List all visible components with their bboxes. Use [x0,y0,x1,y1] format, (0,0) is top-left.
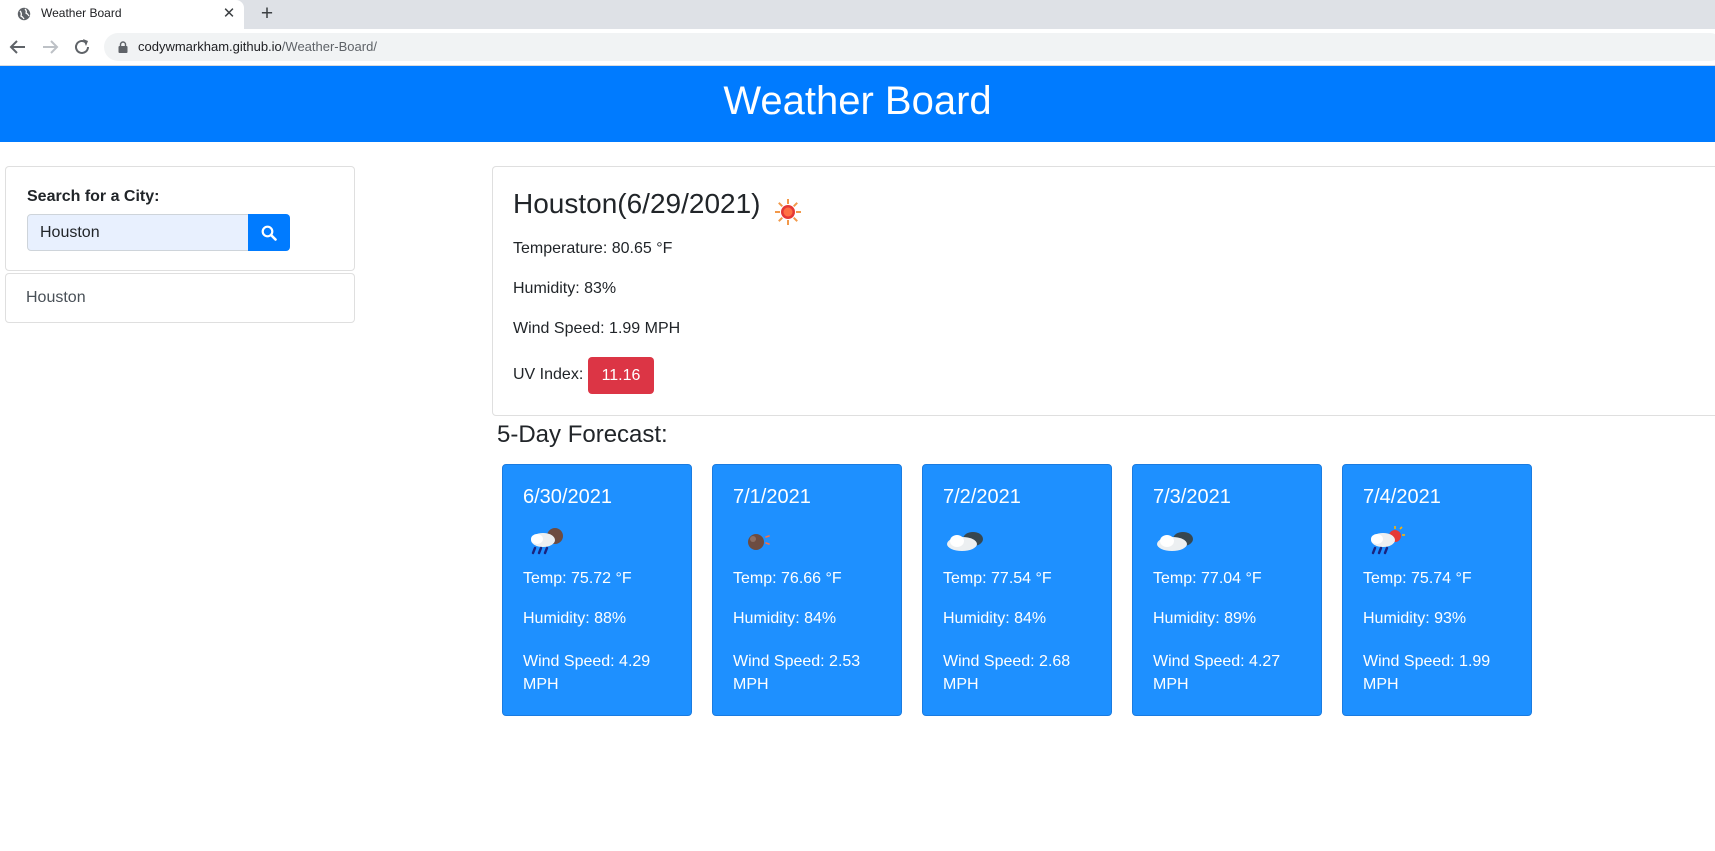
forecast-temp: Temp: 75.72 °F [523,570,632,587]
forecast-date: 7/3/2021 [1153,486,1231,508]
forecast-wind-speed: Wind Speed: 2.68 MPH [943,653,1071,693]
forecast-humidity: Humidity: 84% [733,610,837,627]
page-header: Weather Board [0,66,1715,142]
forecast-date: 6/30/2021 [523,486,612,508]
current-wind-speed: Wind Speed: 1.99 MPH [513,320,681,337]
sun-icon [775,199,801,225]
new-tab-button[interactable]: + [256,3,278,25]
page-title: Weather Board [723,79,992,123]
current-humidity: Humidity: 83% [513,280,617,297]
city-search-input[interactable] [27,214,249,251]
forecast-card: 7/1/2021 Temp: 76.66 °F Humidity: 84% Wi… [712,464,902,716]
forecast-wind-speed: Wind Speed: 2.53 MPH [733,653,861,693]
forecast-wind-speed: Wind Speed: 4.29 MPH [523,653,651,693]
cloud-icon [1157,532,1193,551]
address-bar[interactable]: codywmarkham.github.io/Weather-Board/ [104,33,1715,61]
search-button[interactable] [248,214,290,251]
url-text: codywmarkham.github.io/Weather-Board/ [138,39,377,54]
forecast-date: 7/2/2021 [943,486,1021,508]
forecast-temp: Temp: 77.54 °F [943,570,1052,587]
forecast-heading: 5-Day Forecast: [497,421,668,448]
back-arrow-icon[interactable] [7,36,29,58]
search-icon [261,225,277,241]
forecast-card: 7/2/2021 Temp: 77.54 °F Humidity: 84% Wi… [922,464,1112,716]
forecast-humidity: Humidity: 88% [523,610,627,627]
current-city-heading: Houston(6/29/2021) [513,188,761,219]
forecast-humidity: Humidity: 93% [1363,610,1467,627]
forecast-temp: Temp: 76.66 °F [733,570,842,587]
rain-cloud-sun-icon [1371,526,1405,555]
forecast-wind-speed: Wind Speed: 1.99 MPH [1363,653,1491,693]
forecast-temp: Temp: 75.74 °F [1363,570,1472,587]
search-history-item[interactable]: Houston [5,273,355,323]
rain-cloud-moon-icon [531,528,563,555]
forecast-date: 7/1/2021 [733,486,811,508]
search-label: Search for a City: [27,188,160,205]
moon-icon [748,534,770,550]
tab-title: Weather Board [41,6,122,20]
browser-tab-strip: Weather Board ✕ + [0,0,1715,29]
forecast-card: 7/3/2021 Temp: 77.04 °F Humidity: 89% Wi… [1132,464,1322,716]
close-tab-icon[interactable]: ✕ [220,5,238,23]
forecast-humidity: Humidity: 84% [943,610,1047,627]
forecast-card: 7/4/2021 Temp: 75.74 °F Humidity: 93% Wi… [1342,464,1532,716]
forecast-date: 7/4/2021 [1363,486,1441,508]
history-city-label: Houston [26,289,86,306]
forecast-humidity: Humidity: 89% [1153,610,1257,627]
url-host: codywmarkham.github.io [138,39,282,54]
current-weather-card: Houston(6/29/2021) Temperature: 80.65 °F… [492,166,1715,416]
browser-toolbar: codywmarkham.github.io/Weather-Board/ [0,29,1715,66]
lock-icon [118,41,128,53]
forecast-wind-speed: Wind Speed: 4.27 MPH [1153,653,1281,693]
reload-icon[interactable] [71,36,93,58]
browser-tab[interactable]: Weather Board ✕ [0,0,244,29]
forecast-card: 6/30/2021 Temp: 75.72 °F Humidity: 88% W… [502,464,692,716]
globe-icon [17,7,31,21]
uv-index-label: UV Index: [513,366,584,383]
current-temperature: Temperature: 80.65 °F [513,240,673,257]
cloud-icon [947,532,983,551]
forecast-temp: Temp: 77.04 °F [1153,570,1262,587]
url-path: /Weather-Board/ [281,39,377,54]
search-card: Search for a City: [5,166,355,271]
forward-arrow-icon[interactable] [39,36,61,58]
uv-index-badge: 11.16 [588,357,654,394]
